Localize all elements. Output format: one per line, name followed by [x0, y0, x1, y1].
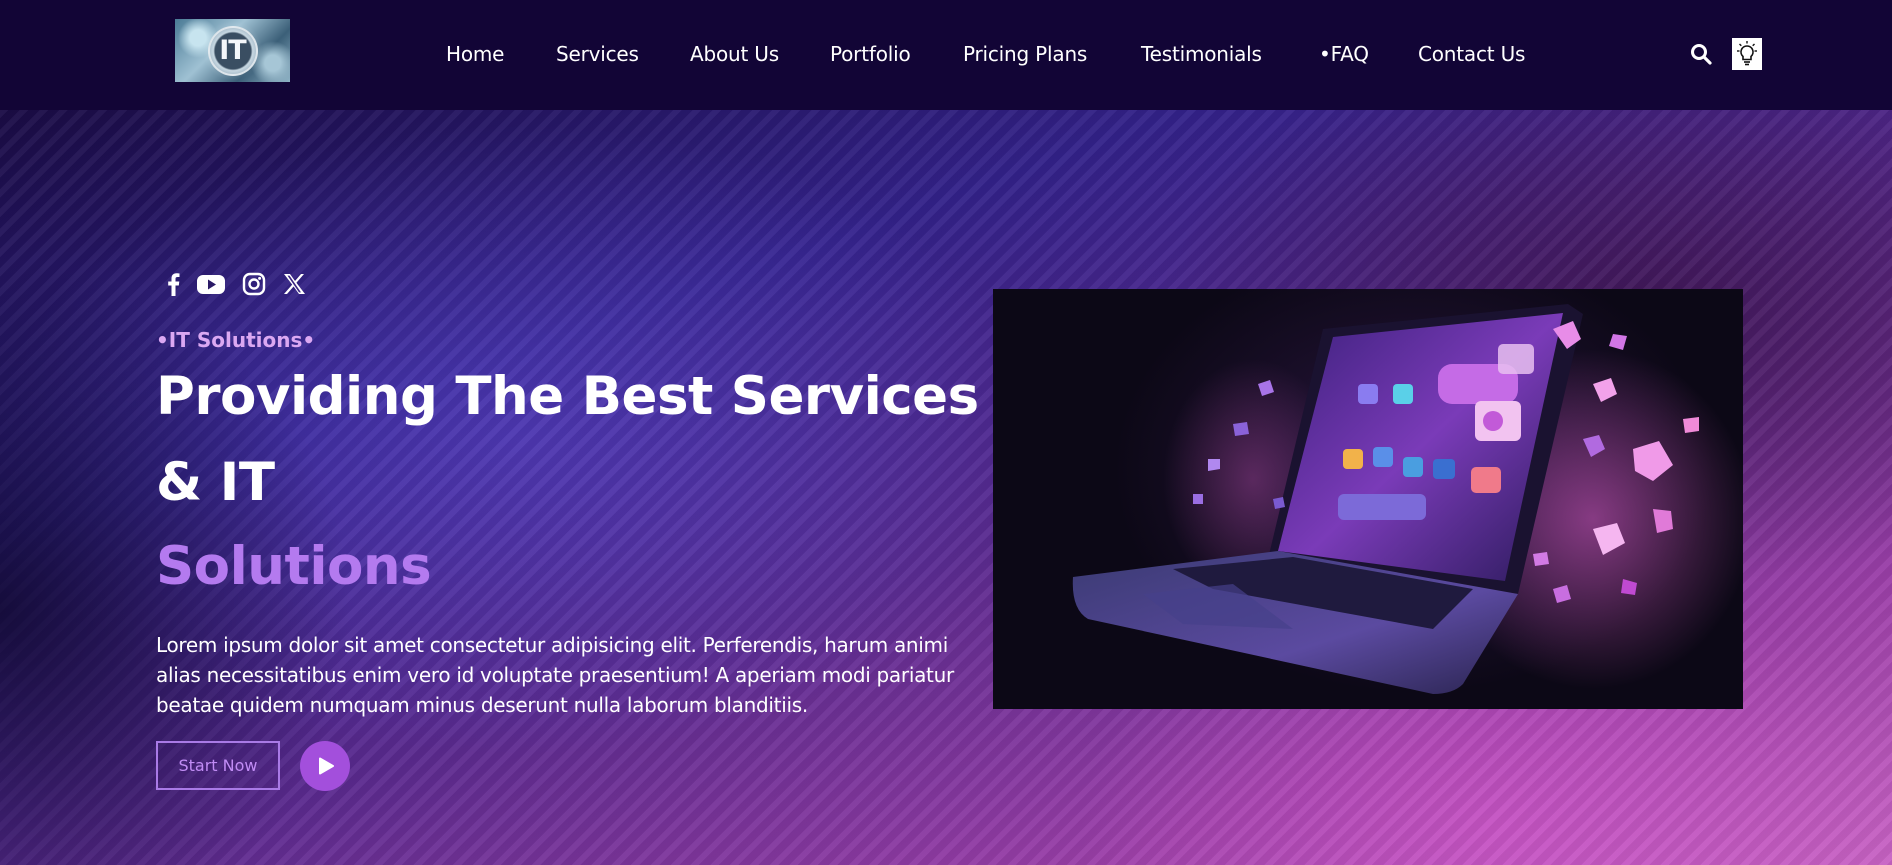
logo-badge: IT: [207, 25, 258, 76]
nav-pricing-plans[interactable]: Pricing Plans: [963, 40, 1087, 68]
hero-description: Lorem ipsum dolor sit amet consectetur a…: [156, 633, 954, 717]
hero-headline-line2: & IT: [156, 452, 275, 513]
play-icon: [319, 757, 334, 775]
nav-about-us[interactable]: About Us: [690, 40, 779, 68]
hero-tagline: •IT Solutions•: [156, 328, 316, 352]
nav-portfolio[interactable]: Portfolio: [830, 40, 911, 68]
hero-headline-line3: Solutions: [156, 536, 432, 597]
lightbulb-icon[interactable]: [1732, 38, 1762, 70]
site-logo[interactable]: IT: [175, 19, 290, 82]
nav-faq[interactable]: •FAQ: [1319, 40, 1369, 68]
hero-section: •IT Solutions• Providing The Best Servic…: [0, 110, 1892, 865]
start-now-button[interactable]: Start Now: [156, 741, 280, 790]
facebook-icon[interactable]: [160, 270, 188, 298]
search-icon[interactable]: [1689, 42, 1713, 66]
x-icon[interactable]: [280, 270, 308, 298]
play-video-button[interactable]: [300, 741, 350, 791]
hero-headline-line1: Providing The Best Services: [156, 366, 979, 427]
logo-text: IT: [219, 35, 246, 66]
nav-home[interactable]: Home: [446, 40, 504, 68]
nav-contact-us[interactable]: Contact Us: [1418, 40, 1525, 68]
nav-testimonials[interactable]: Testimonials: [1141, 40, 1262, 68]
instagram-icon[interactable]: [240, 270, 268, 298]
nav-services[interactable]: Services: [556, 40, 639, 68]
site-header: IT Home Services About Us Portfolio Pric…: [0, 0, 1892, 110]
youtube-icon[interactable]: [196, 270, 226, 298]
laptop-illustration: [993, 289, 1743, 709]
